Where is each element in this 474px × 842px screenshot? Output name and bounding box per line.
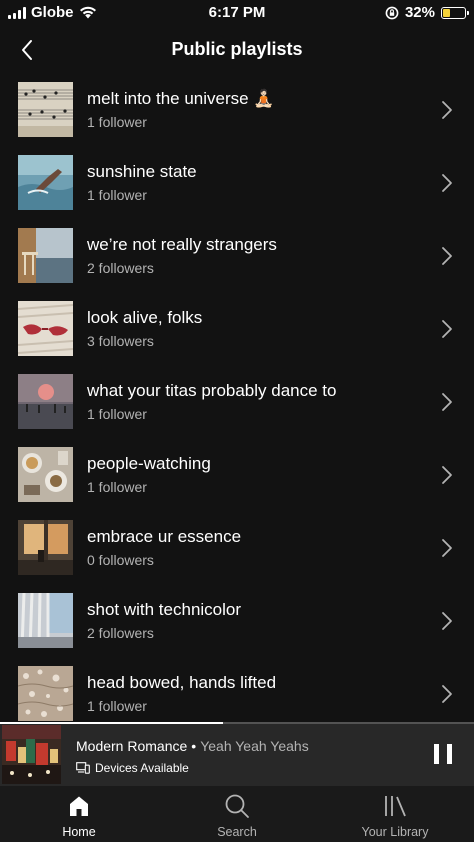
- playlist-row[interactable]: we’re not really strangers 2 followers: [0, 219, 474, 292]
- chevron-right-icon: [442, 684, 452, 703]
- playlist-row[interactable]: people-watching 1 follower: [0, 438, 474, 511]
- playlist-followers: 2 followers: [87, 260, 154, 276]
- playlist-row[interactable]: melt into the universe 🧘🏻 1 follower: [0, 74, 474, 146]
- library-icon: [385, 796, 406, 817]
- playlist-text: head bowed, hands lifted 1 follower: [87, 673, 276, 714]
- playlist-text: shot with technicolor 2 followers: [87, 600, 241, 641]
- chevron-right-icon: [442, 465, 452, 484]
- playlist-cover: [18, 374, 73, 429]
- playback-progress-fill: [0, 722, 223, 724]
- playlist-name: embrace ur essence: [87, 527, 242, 546]
- page-header: Public playlists: [0, 26, 474, 74]
- chevron-right-icon: [442, 538, 452, 557]
- playlist-followers: 1 follower: [87, 114, 147, 130]
- playlist-list[interactable]: melt into the universe 🧘🏻 1 follower sun…: [0, 74, 474, 722]
- pause-icon: [434, 744, 439, 764]
- playlist-cover: [18, 520, 73, 575]
- track-artist: Yeah Yeah Yeahs: [200, 738, 309, 754]
- playlist-followers: 2 followers: [87, 625, 154, 641]
- app-screen: Globe 6:17 PM 32% Public playlists melt …: [0, 0, 474, 842]
- nav-home-label: Home: [62, 825, 96, 839]
- playback-progress: [0, 722, 474, 724]
- orientation-lock-icon: [385, 6, 399, 19]
- status-bar: Globe 6:17 PM 32%: [0, 0, 474, 26]
- playlist-name: melt into the universe 🧘🏻: [87, 89, 275, 108]
- playlist-followers: 1 follower: [87, 187, 147, 203]
- playlist-name: what your titas probably dance to: [87, 381, 337, 400]
- playlist-row[interactable]: look alive, folks 3 followers: [0, 292, 474, 365]
- playlist-text: what your titas probably dance to 1 foll…: [87, 381, 336, 422]
- chevron-right-icon: [442, 173, 452, 192]
- playlist-text: look alive, folks 3 followers: [87, 308, 202, 349]
- chevron-right-icon: [442, 392, 452, 411]
- search-icon: [225, 794, 249, 818]
- playlist-name: people-watching: [87, 454, 211, 473]
- playlist-row[interactable]: embrace ur essence 0 followers: [0, 511, 474, 584]
- playlist-row[interactable]: head bowed, hands lifted 1 follower: [0, 657, 474, 722]
- playlist-followers: 1 follower: [87, 406, 147, 422]
- playlist-cover: [18, 666, 73, 721]
- nav-library[interactable]: Your Library: [335, 792, 455, 839]
- playlist-text: we’re not really strangers 2 followers: [87, 235, 277, 276]
- playlist-text: melt into the universe 🧘🏻 1 follower: [87, 89, 274, 130]
- chevron-right-icon: [442, 319, 452, 338]
- playlist-followers: 1 follower: [87, 698, 147, 714]
- devices-icon: [76, 762, 90, 774]
- nav-home[interactable]: Home: [19, 792, 139, 839]
- playlist-cover: [18, 593, 73, 648]
- playlist-name: we’re not really strangers: [87, 235, 277, 254]
- mini-player[interactable]: Modern Romance • Yeah Yeah Yeahs Devices A…: [0, 722, 474, 786]
- playlist-cover: [18, 82, 73, 137]
- page-title: Public playlists: [171, 39, 303, 59]
- playlist-followers: 3 followers: [87, 333, 154, 349]
- battery-percent: 32%: [404, 4, 435, 21]
- nav-library-label: Your Library: [361, 825, 429, 839]
- bottom-nav: Home Search Your Library: [0, 786, 474, 842]
- playlist-cover: [18, 155, 73, 210]
- status-right: 32%: [385, 4, 469, 21]
- playlist-cover: [18, 228, 73, 283]
- playlist-name: sunshine state: [87, 162, 197, 181]
- playlist-cover: [18, 447, 73, 502]
- playlist-cover: [18, 301, 73, 356]
- devices-available-button[interactable]: Devices Available: [76, 761, 189, 775]
- home-icon: [70, 796, 88, 816]
- devices-label: Devices Available: [95, 761, 189, 775]
- chevron-right-icon: [442, 246, 452, 265]
- track-separator: •: [191, 738, 197, 754]
- playlist-followers: 1 follower: [87, 479, 147, 495]
- playlist-name: head bowed, hands lifted: [87, 673, 277, 692]
- pause-button[interactable]: [434, 744, 452, 764]
- chevron-right-icon: [442, 100, 452, 119]
- playlist-row[interactable]: sunshine state 1 follower: [0, 146, 474, 219]
- now-playing-text: Modern Romance • Yeah Yeah Yeahs: [76, 738, 309, 754]
- battery-icon: [441, 6, 469, 19]
- nav-search[interactable]: Search: [177, 792, 297, 839]
- playlist-name: shot with technicolor: [87, 600, 242, 619]
- playlist-row[interactable]: shot with technicolor 2 followers: [0, 584, 474, 657]
- playlist-text: sunshine state 1 follower: [87, 162, 197, 203]
- nav-search-label: Search: [217, 825, 257, 839]
- playlist-text: embrace ur essence 0 followers: [87, 527, 241, 568]
- album-art: [2, 725, 61, 784]
- playlist-row[interactable]: what your titas probably dance to 1 foll…: [0, 365, 474, 438]
- chevron-right-icon: [442, 611, 452, 630]
- track-title: Modern Romance: [76, 738, 188, 754]
- playlist-followers: 0 followers: [87, 552, 154, 568]
- playlist-text: people-watching 1 follower: [87, 454, 211, 495]
- playlist-name: look alive, folks: [87, 308, 203, 327]
